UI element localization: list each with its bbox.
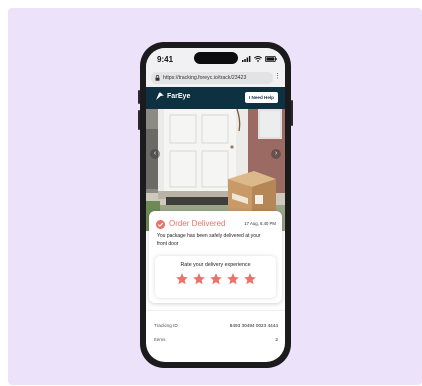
- browser-address-bar[interactable]: https://tracking.foreyc.io/track/23423 ⋮: [146, 70, 285, 87]
- star-icon[interactable]: [175, 272, 189, 286]
- items-value: 2: [275, 337, 278, 342]
- star-icon[interactable]: [243, 272, 257, 286]
- phone-side-button: [138, 110, 140, 130]
- tracking-id-label: Tracking ID: [154, 323, 178, 328]
- order-message: You package has been safely delivered at…: [157, 233, 261, 247]
- phone-screen: 9:41 https://tracking.foreyc.io/track/23…: [146, 48, 285, 362]
- order-status-title: Order Delivered: [169, 219, 226, 228]
- chevron-right-icon[interactable]: ›: [271, 149, 281, 159]
- status-time: 9:41: [157, 55, 174, 64]
- status-bar: 9:41: [146, 48, 285, 70]
- more-icon[interactable]: ⋮: [274, 73, 281, 81]
- divider: [146, 310, 285, 311]
- app-header: FarEye I Need Help: [146, 87, 285, 109]
- lock-icon: [155, 75, 160, 81]
- fareye-logo: FarEye: [155, 92, 190, 101]
- signal-icon: [242, 56, 251, 62]
- star-icon[interactable]: [209, 272, 223, 286]
- phone-side-button: [291, 100, 293, 126]
- order-date: 17 Aug, 6:40 PM: [244, 221, 276, 226]
- phone-side-button: [138, 90, 140, 104]
- logo-text: FarEye: [167, 93, 191, 100]
- items-label: Items: [154, 337, 166, 342]
- url-text: https://tracking.foreyc.io/track/23423: [163, 75, 247, 81]
- phone-frame: 9:41 https://tracking.foreyc.io/track/23…: [140, 42, 291, 368]
- tracking-id-value: 8493 30494 0023 4444: [229, 323, 278, 328]
- rating-label: Rate your delivery experience: [180, 262, 251, 268]
- star-rating[interactable]: [155, 272, 276, 286]
- tracking-id-row: Tracking ID 8493 30494 0023 4444: [154, 323, 278, 328]
- wifi-icon: [254, 56, 262, 62]
- battery-icon: [265, 56, 277, 62]
- order-status-card: Order Delivered 17 Aug, 6:40 PM You pack…: [149, 211, 282, 303]
- star-icon[interactable]: [192, 272, 206, 286]
- logo-mark-icon: [156, 92, 164, 100]
- status-icons: [242, 56, 277, 62]
- need-help-button[interactable]: I Need Help: [244, 92, 278, 103]
- items-row: Items 2: [154, 337, 278, 342]
- dynamic-island: [194, 52, 238, 64]
- star-icon[interactable]: [226, 272, 240, 286]
- chevron-left-icon[interactable]: ‹: [150, 149, 160, 159]
- check-icon: [156, 220, 165, 229]
- rating-card: Rate your delivery experience: [155, 256, 276, 298]
- url-field[interactable]: https://tracking.foreyc.io/track/23423: [151, 72, 273, 84]
